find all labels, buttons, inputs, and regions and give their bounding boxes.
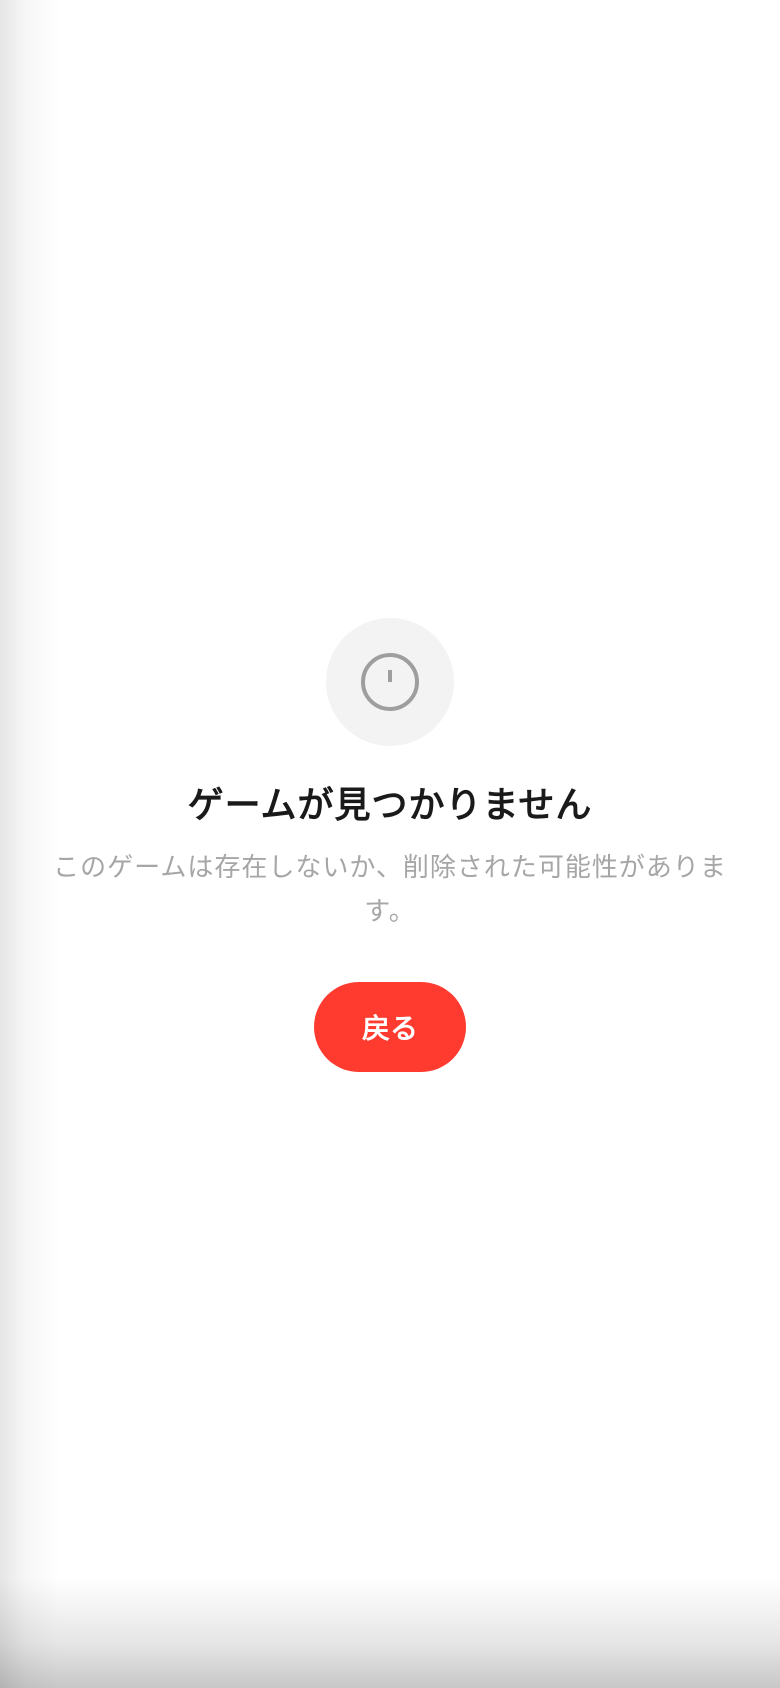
alert-icon-container	[326, 618, 454, 746]
alert-circle-icon	[361, 653, 419, 711]
page-title: ゲームが見つかりません	[187, 785, 593, 826]
back-button[interactable]: 戻る	[314, 982, 466, 1072]
error-message: このゲームは存在しないか、削除された可能性があります。	[53, 853, 727, 927]
not-found-empty-state: ゲームが見つかりません このゲームは存在しないか、削除された可能性があります。 …	[0, 618, 780, 1072]
bottom-edge-shadow	[0, 1578, 780, 1688]
